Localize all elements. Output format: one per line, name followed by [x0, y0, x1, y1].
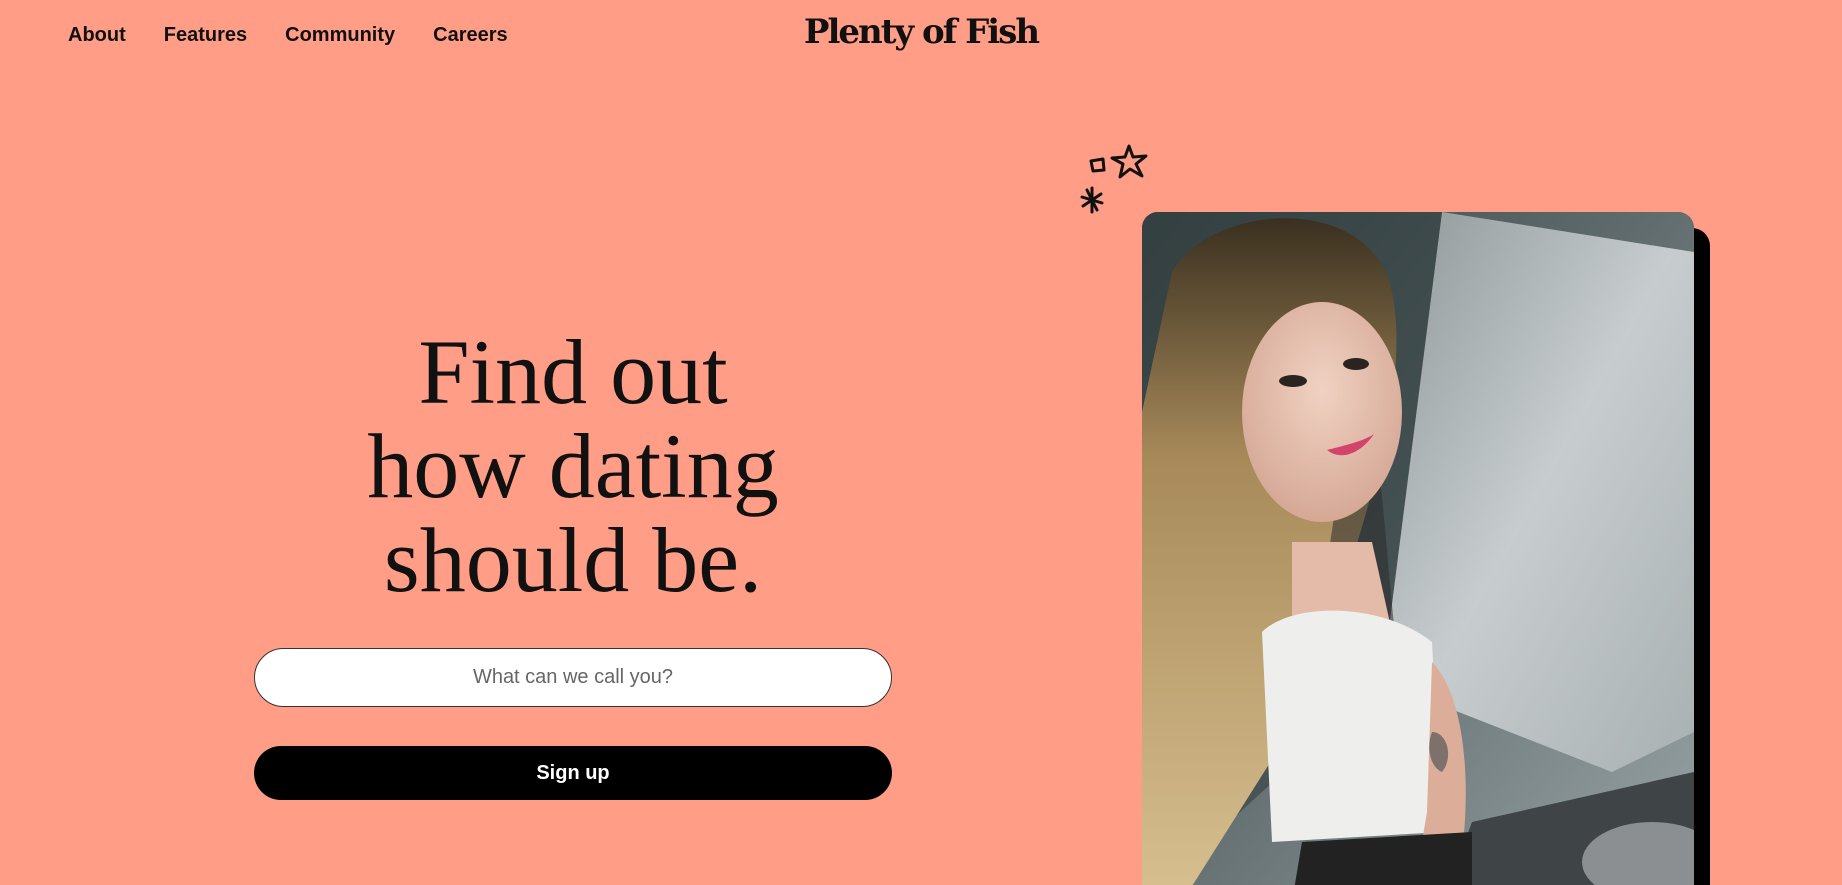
name-input[interactable]	[254, 648, 892, 707]
brand-logo[interactable]: Plenty of Fish	[0, 12, 1842, 52]
landing-page: About Features Community Careers Plenty …	[0, 0, 1842, 885]
hero-photo	[1142, 212, 1694, 885]
headline-line-3: should be.	[383, 509, 763, 611]
hero-headline: Find out how dating should be.	[254, 325, 892, 607]
headline-line-1: Find out	[418, 321, 728, 423]
sign-up-button[interactable]: Sign up	[254, 746, 892, 800]
headline-line-2: how dating	[367, 415, 779, 517]
sparkle-doodle-icon	[1080, 144, 1148, 214]
